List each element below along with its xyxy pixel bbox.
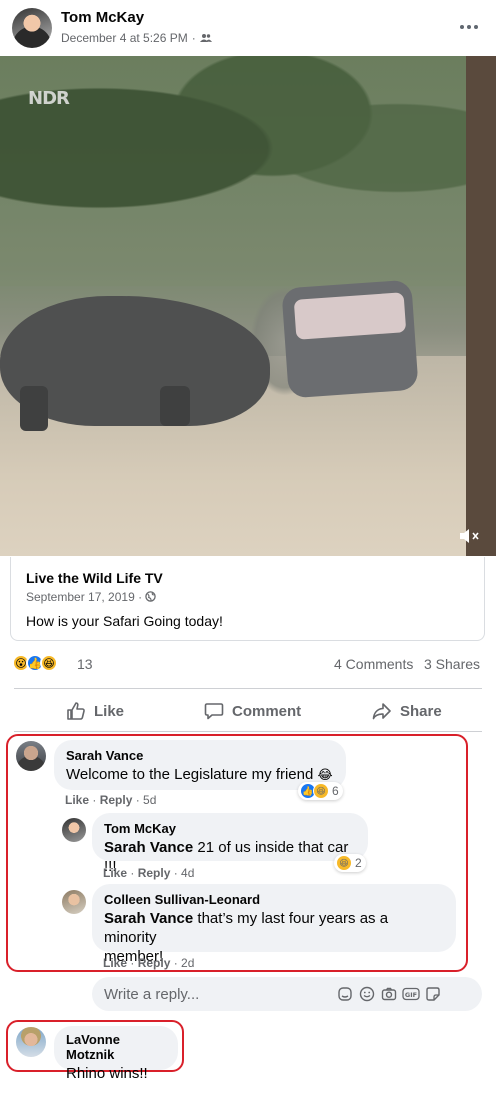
comment-like-link[interactable]: Like — [65, 793, 89, 807]
reply-reply-link[interactable]: Reply — [138, 956, 171, 970]
comment-text: Welcome to the Legislature my friend 😂 — [66, 766, 333, 783]
comment-button-label: Comment — [232, 702, 302, 720]
laughing-emoji: 😂 — [317, 767, 333, 782]
divider — [14, 688, 482, 689]
comment-text: Rhino wins!! — [66, 1065, 148, 1082]
reaction-count[interactable]: 13 — [77, 656, 93, 672]
commenter-name[interactable]: LaVonne Motznik — [66, 1032, 166, 1062]
replier-name[interactable]: Colleen Sullivan-Leonard — [104, 892, 444, 907]
reply-age[interactable]: 2d — [181, 956, 194, 970]
mention-tag[interactable]: Sarah Vance — [104, 910, 193, 927]
video-car-window — [293, 292, 407, 340]
like-button[interactable]: Like — [66, 697, 124, 725]
reply-bubble: Tom McKay Sarah Vance 21 of us inside th… — [92, 813, 368, 875]
globe-icon — [145, 591, 157, 602]
video-watermark: NDR — [28, 88, 70, 109]
link-card-text: How is your Safari Going today! — [26, 613, 223, 629]
emoji-icon[interactable] — [356, 983, 378, 1005]
reply-meta: Like · Reply · 4d — [103, 866, 195, 880]
video-wooden-post — [466, 56, 496, 556]
comment-bubble: LaVonne Motznik Rhino wins!! — [54, 1026, 178, 1082]
post-timestamp[interactable]: December 4 at 5:26 PM · — [61, 31, 212, 45]
comment-reply-link[interactable]: Reply — [100, 793, 133, 807]
comments-count-link[interactable]: 4 Comments — [334, 656, 413, 672]
camera-icon[interactable] — [378, 983, 400, 1005]
comment-icon — [204, 703, 224, 720]
comment-button[interactable]: Comment — [204, 697, 301, 725]
commenter-avatar[interactable] — [16, 741, 46, 771]
reply-input-box[interactable]: GIF — [92, 977, 482, 1011]
reply-age[interactable]: 4d — [181, 866, 194, 880]
video-rhino-leg — [20, 386, 48, 431]
haha-icon: 😆 — [40, 654, 58, 672]
haha-icon: 😆 — [336, 855, 352, 871]
replier-avatar[interactable] — [62, 818, 86, 842]
commenter-name[interactable]: Sarah Vance — [66, 748, 334, 763]
replier-avatar[interactable] — [62, 890, 86, 914]
share-button[interactable]: Share — [372, 697, 442, 725]
link-card-title[interactable]: Live the Wild Life TV — [26, 570, 163, 586]
svg-text:GIF: GIF — [405, 991, 417, 999]
thumbs-up-icon — [67, 702, 85, 720]
post-more-options-button[interactable] — [456, 14, 482, 40]
video-trees — [0, 56, 496, 286]
divider — [14, 731, 482, 732]
gif-icon[interactable]: GIF — [400, 983, 422, 1005]
reply-meta: Like · Reply · 2d — [103, 956, 195, 970]
reply-reaction-count: 2 — [355, 856, 362, 870]
comment-age[interactable]: 5d — [143, 793, 156, 807]
video-rhino-leg — [160, 386, 190, 426]
avatar-sticker-icon[interactable] — [334, 983, 356, 1005]
reply-bubble: Colleen Sullivan-Leonard Sarah Vance tha… — [92, 884, 456, 965]
shares-count-link[interactable]: 3 Shares — [424, 656, 480, 672]
reply-like-link[interactable]: Like — [103, 956, 127, 970]
share-arrow-icon — [372, 703, 391, 720]
post-author-avatar[interactable] — [12, 8, 52, 48]
comment-reactions[interactable]: 👍 😆 6 — [298, 782, 343, 800]
reactions-summary[interactable]: 😮 👍 😆 — [12, 654, 58, 672]
share-button-label: Share — [400, 702, 442, 720]
reply-reply-link[interactable]: Reply — [138, 866, 171, 880]
post-author-name[interactable]: Tom McKay — [61, 9, 144, 26]
post-time-text: December 4 at 5:26 PM — [61, 31, 188, 45]
like-button-label: Like — [94, 702, 125, 720]
replier-name[interactable]: Tom McKay — [104, 821, 356, 836]
friends-icon — [199, 34, 212, 42]
reply-reactions[interactable]: 😆 2 — [334, 854, 366, 872]
reply-like-link[interactable]: Like — [103, 866, 127, 880]
mention-tag[interactable]: Sarah Vance — [104, 839, 193, 856]
sticker-icon[interactable] — [422, 983, 444, 1005]
reply-input[interactable] — [104, 985, 334, 1003]
mute-button[interactable] — [456, 525, 484, 547]
haha-icon: 😆 — [313, 783, 329, 799]
more-icon — [460, 25, 464, 29]
commenter-avatar[interactable] — [16, 1027, 46, 1057]
comment-meta: Like · Reply · 5d — [65, 793, 157, 807]
comment-reaction-count: 6 — [332, 784, 339, 798]
speaker-muted-icon — [460, 529, 479, 543]
link-card-date: September 17, 2019 · — [26, 590, 157, 604]
